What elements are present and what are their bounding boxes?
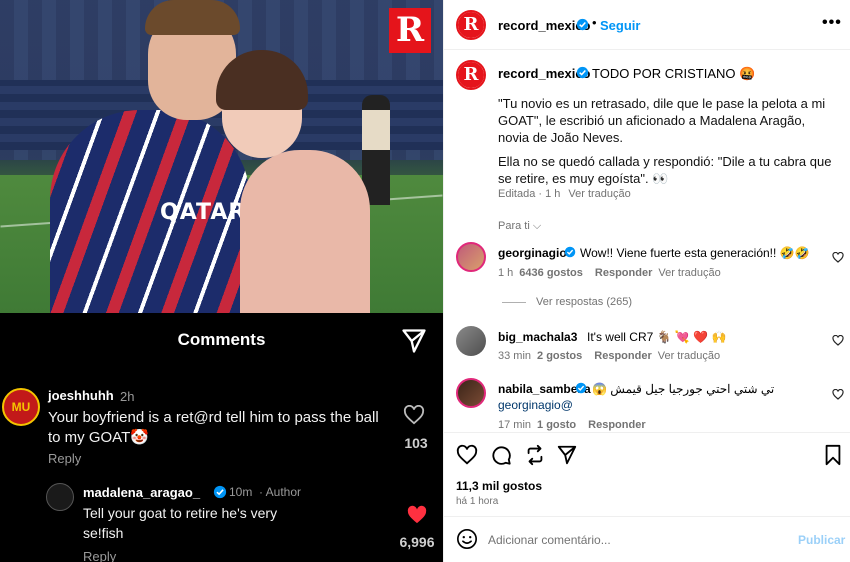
bookmark-icon[interactable] [822,444,844,466]
screenshot-comments: Comments MU joeshhuhh 2h Your boyfriend … [0,313,443,562]
avatar[interactable]: R [456,10,486,40]
caption-paragraph: Ella no se quedó callada y respondió: "D… [498,154,832,186]
comment-text: Wow!! Viene fuerte esta generación!! 🤣🤣 [580,246,810,260]
heart-outline-icon[interactable] [456,444,478,466]
reply-button[interactable]: Responder [594,350,651,362]
heart-outline-icon[interactable] [832,252,844,263]
verified-icon [213,485,227,499]
comment-text: Your boyfriend is a ret@rd tell him to p… [48,409,379,446]
avatar: MU [2,388,40,426]
post-likes-count[interactable]: 11,3 mil gostos [456,479,542,493]
view-replies-label: Ver respostas (265) [536,296,632,308]
more-options-icon[interactable]: ••• [822,14,842,32]
comment-username: madalena_aragao_ [83,485,201,500]
comment-likes[interactable]: 1 gosto [537,419,576,431]
reply-button[interactable]: Responder [595,267,652,279]
comment-username[interactable]: georginagio [498,246,567,260]
like-count: 103 [404,435,428,451]
steward-vest [362,110,390,150]
heart-outline-icon[interactable] [832,335,844,346]
post-sidebar: R record_mexico • Seguir ••• R record_me… [443,0,850,562]
separator-dot: • [592,15,597,30]
avatar[interactable]: R [456,60,486,90]
repost-icon[interactable] [524,444,546,466]
man-hair [145,0,240,35]
record-logo: R [389,8,431,53]
comment-time: 2h [120,389,135,404]
replies-line [502,301,526,303]
translate-link[interactable]: Ver tradução [568,188,630,200]
publish-button[interactable]: Publicar [798,533,845,547]
view-replies-button[interactable]: Ver respostas (265) [502,296,632,308]
comment-username[interactable]: big_machala3 [498,330,577,344]
caption-title: TODO POR CRISTIANO 🤬 [592,66,756,81]
comment-meta: 1 h 6436 gostos Responder Ver tradução [498,267,721,279]
follow-button[interactable]: Seguir [600,18,640,33]
record-logo-icon: R [458,12,484,38]
avatar[interactable] [456,378,486,408]
comment-meta: 33 min 2 gostos Responder Ver tradução [498,350,720,362]
verified-icon [575,382,587,394]
like-count: 6,996 [399,534,435,550]
verified-icon [576,66,589,79]
comment-likes[interactable]: 6436 gostos [519,267,583,279]
post-photo: QATAR R [0,0,443,313]
reply-button[interactable]: Responder [588,419,645,431]
comment-text: It's well CR7 🐐 💘 ❤️ 🙌 [587,330,727,344]
avatar [46,483,74,511]
reply-link: Reply [48,451,82,466]
divider [444,432,850,433]
reply-link: Reply [83,549,117,562]
club-crest-icon: MU [11,400,31,414]
caption-paragraph: "Tu novio es un retrasado, dile que le p… [498,96,826,145]
shirt-sponsor-text: QATAR [160,200,247,225]
mention-link[interactable]: georginagio@ [498,398,573,412]
avatar[interactable] [456,326,486,356]
comment-likes[interactable]: 2 gostos [537,350,582,362]
edited-time: Editada · 1 h [498,188,561,200]
heart-outline-icon [403,405,425,425]
post-timestamp: há 1 hora [456,496,499,507]
woman-figure [240,150,370,313]
comment-text: تي شتي احتي جورجيا جيل قيمش 😱 [592,382,775,396]
avatar[interactable] [456,242,486,272]
comment-time: 10m [229,485,253,499]
comment-time: 17 min [498,419,532,431]
comments-title: Comments [177,330,266,349]
post-media: QATAR R Comments MU joeshhuhh 2h Your bo… [0,0,443,562]
comment-time: 1 h [498,267,514,279]
heart-outline-icon[interactable] [832,389,844,400]
verified-icon [576,18,589,31]
emoji-icon[interactable] [456,528,478,550]
record-logo-icon: R [458,62,484,88]
comment-time: 33 min [498,350,532,362]
caption-meta: Editada · 1 h Ver tradução [498,188,631,200]
comment-bubble-icon[interactable] [490,444,512,466]
comments-sort-dropdown[interactable]: Para ti ⌵ [498,220,541,233]
author-label: · Author [259,485,302,499]
divider [444,516,850,517]
comment-username: joeshhuhh [48,388,114,403]
translate-link[interactable]: Ver tradução [658,350,720,362]
comment-text: Tell your goat to retire he's very se!fi… [83,505,278,541]
send-icon [402,329,426,353]
heart-filled-icon [407,505,427,524]
translate-link[interactable]: Ver tradução [658,267,720,279]
comment-meta: 17 min 1 gosto Responder [498,419,652,431]
add-comment-input[interactable] [488,530,788,550]
send-icon[interactable] [556,444,578,466]
verified-icon [564,246,576,258]
divider [444,49,850,50]
